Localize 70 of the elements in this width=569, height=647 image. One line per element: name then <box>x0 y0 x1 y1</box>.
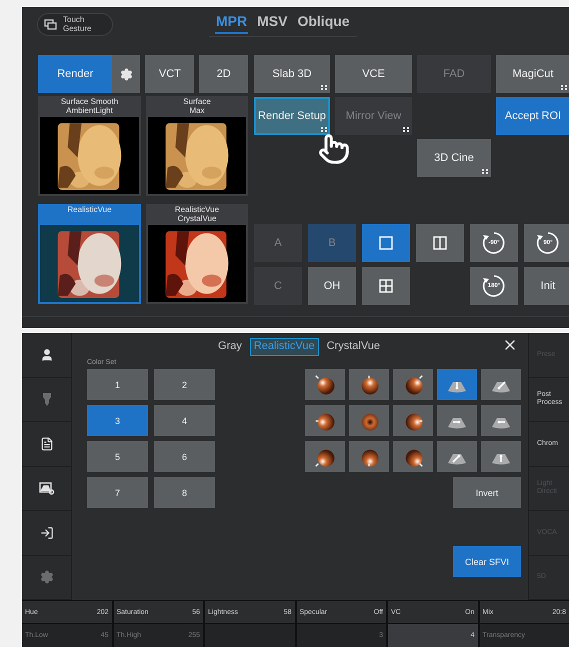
tool-button[interactable]: Render Setup <box>254 97 330 135</box>
light-direction-button[interactable] <box>437 441 477 472</box>
settings-button[interactable] <box>112 55 140 93</box>
render-button[interactable]: Render <box>38 55 112 93</box>
single-view-icon <box>379 236 393 250</box>
quad-view-icon <box>379 279 393 293</box>
light-direction-button[interactable] <box>305 369 345 400</box>
light-direction-button[interactable] <box>481 441 521 472</box>
light-direction-button[interactable] <box>481 405 521 436</box>
light-direction-button[interactable] <box>305 405 345 436</box>
thumbnail-title: RealisticVue CrystalVue <box>174 206 220 225</box>
rotate-icon <box>535 230 561 256</box>
preset-thumbnail[interactable]: Surface Max <box>146 96 248 196</box>
color-set-button[interactable]: 6 <box>154 441 215 472</box>
hand-cursor-icon <box>318 133 350 165</box>
light-direction-button[interactable] <box>437 405 477 436</box>
document-icon <box>40 436 54 451</box>
invert-button[interactable]: Invert <box>453 477 521 508</box>
light-direction-button[interactable] <box>393 441 433 472</box>
gear-icon <box>120 68 133 80</box>
preset-thumbnail[interactable]: RealisticVue <box>38 204 141 304</box>
view-button[interactable]: Init <box>524 267 569 305</box>
color-set-button[interactable]: 4 <box>154 405 215 436</box>
color-set-button[interactable]: 8 <box>154 477 215 508</box>
mode-tab[interactable]: Oblique <box>296 13 351 34</box>
thumbnail-title: RealisticVue <box>66 206 113 216</box>
clear-button[interactable]: Clear SFVI <box>453 546 521 577</box>
touch-gesture-button[interactable]: Touch Gesture <box>37 13 113 36</box>
light-direction-button[interactable] <box>349 441 389 472</box>
color-set-button[interactable]: 7 <box>87 477 148 508</box>
lit-sphere-icon <box>314 374 336 396</box>
light-direction-button[interactable] <box>393 405 433 436</box>
image-search-icon <box>38 482 54 495</box>
preset-thumbnail[interactable]: RealisticVue CrystalVue <box>146 204 248 304</box>
light-direction-button[interactable] <box>393 369 433 400</box>
render-mode-tab[interactable]: CrystalVue <box>322 338 384 356</box>
color-set-button[interactable]: 3 <box>87 405 148 436</box>
parameter-cell[interactable] <box>205 624 294 647</box>
tool-button[interactable]: Accept ROI <box>496 97 569 135</box>
view-button[interactable]: OH <box>308 267 356 305</box>
view-button[interactable] <box>416 224 464 262</box>
mode-button[interactable]: VCT <box>145 55 194 93</box>
view-button[interactable] <box>362 224 410 262</box>
gesture-icon <box>44 19 57 30</box>
mode-tab[interactable]: MPR <box>215 13 248 34</box>
render-mode-tab[interactable]: RealisticVue <box>250 338 319 356</box>
tool-button[interactable]: 3D Cine <box>417 139 491 177</box>
settings-icon <box>40 570 54 584</box>
color-set-button[interactable]: 2 <box>154 369 215 400</box>
light-direction-button[interactable] <box>305 441 345 472</box>
dual-view-icon <box>433 236 447 250</box>
tool-button[interactable]: Slab 3D <box>254 55 330 93</box>
thumbnail-title: Surface Max <box>182 98 212 117</box>
thumbnail-title: Surface Smooth AmbientLight <box>60 98 120 117</box>
tool-button[interactable]: VCE <box>335 55 412 93</box>
rotate-icon <box>481 273 507 299</box>
probe-icon <box>42 392 52 407</box>
mode-tab[interactable]: MSV <box>256 13 288 34</box>
mode-button[interactable]: 2D <box>199 55 248 93</box>
tool-button[interactable]: MagiCut <box>496 55 569 93</box>
light-direction-button[interactable] <box>481 369 521 400</box>
light-direction-button[interactable] <box>349 369 389 400</box>
enter-icon <box>40 526 54 540</box>
color-set-button[interactable]: 1 <box>87 369 148 400</box>
user-icon <box>40 348 54 362</box>
color-set-button[interactable]: 5 <box>87 441 148 472</box>
preset-thumbnail[interactable]: Surface Smooth AmbientLight <box>38 96 141 196</box>
view-button[interactable] <box>362 267 410 305</box>
render-mode-tab[interactable]: Gray <box>214 338 246 356</box>
rotate-icon <box>481 230 507 256</box>
